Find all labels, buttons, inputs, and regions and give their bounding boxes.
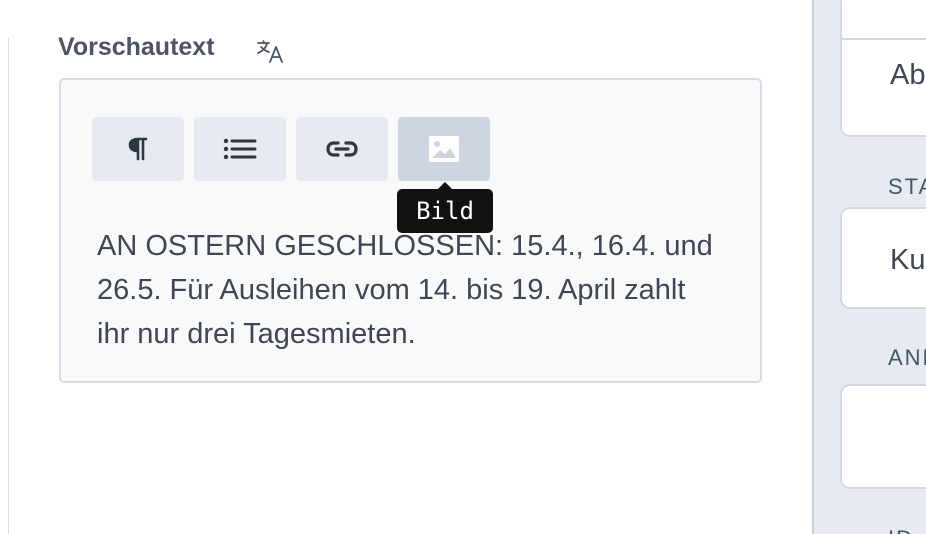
notes-section-label: ANN	[888, 345, 926, 370]
list-button[interactable]	[194, 117, 286, 181]
status-select[interactable]: Kul	[840, 207, 926, 309]
list-icon	[223, 138, 257, 160]
top-field-value: Abl	[890, 59, 926, 91]
translate-icon[interactable]	[256, 37, 285, 64]
page: Vorschautext Bild AN OSTERN GESCHLOSSEN:…	[0, 0, 926, 534]
image-button[interactable]	[398, 117, 490, 181]
rich-text-editor[interactable]: Bild AN OSTERN GESCHLOSSEN: 15.4., 16.4.…	[59, 78, 762, 383]
status-section-label: STA	[888, 174, 926, 199]
pilcrow-icon	[128, 137, 148, 161]
link-button[interactable]	[296, 117, 388, 181]
field-label-preview-text: Vorschautext	[58, 33, 215, 61]
status-value: Kul	[890, 244, 926, 276]
editor-content[interactable]: AN OSTERN GESCHLOSSEN: 15.4., 16.4. und …	[97, 224, 717, 356]
paragraph-button[interactable]	[92, 117, 184, 181]
right-sidebar: Abl STA Kul ANN ID	[812, 0, 926, 534]
main-divider	[8, 38, 9, 534]
top-field-card[interactable]: Abl	[840, 0, 926, 137]
image-icon	[429, 136, 459, 162]
bottom-section-label: ID	[888, 526, 914, 534]
notes-input[interactable]	[840, 384, 926, 489]
link-icon	[326, 141, 358, 157]
card-divider	[842, 38, 926, 40]
